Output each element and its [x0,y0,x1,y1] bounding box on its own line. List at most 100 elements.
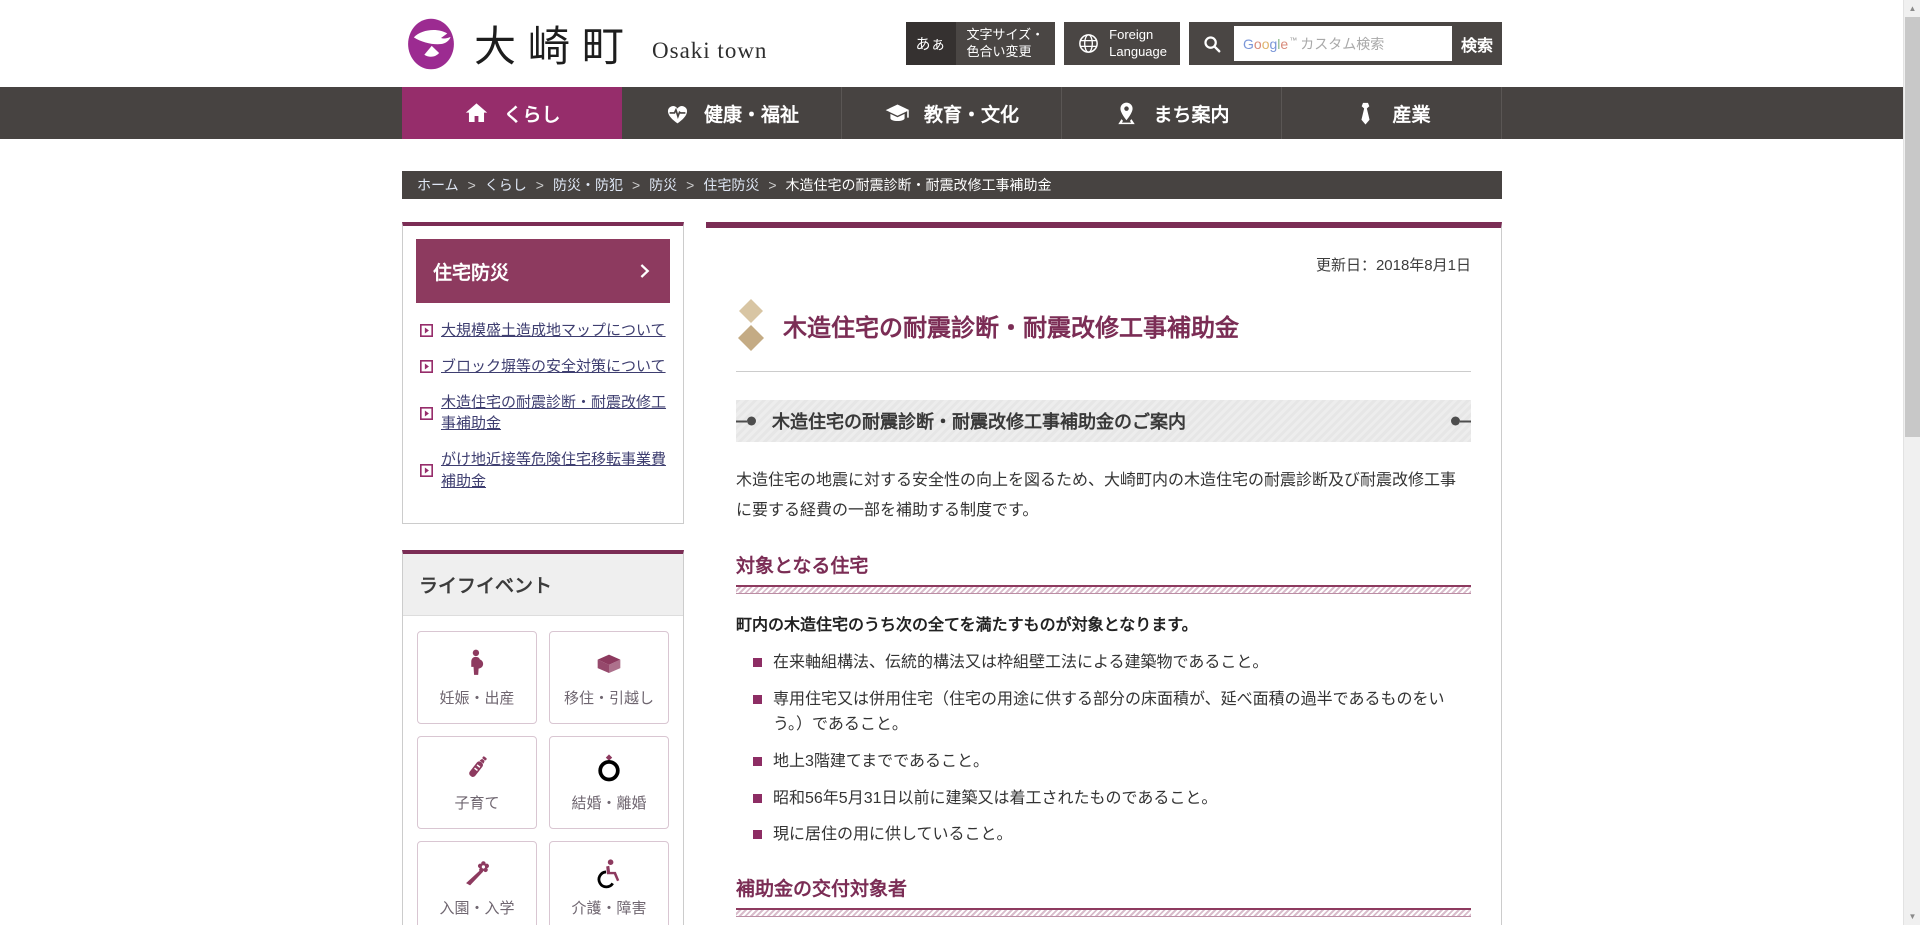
life-event-label: 移住・引越し [564,687,654,708]
sidebar-link-label: 大規模盛土造成地マップについて [441,320,666,342]
sidebar-category-box: 住宅防災 大規模盛土造成地マップについてブロック塀等の安全対策について木造住宅の… [402,222,684,524]
site-logo[interactable]: 大崎町 Osaki town [402,13,767,75]
breadcrumb-separator: > [686,177,694,193]
breadcrumb: ホーム>くらし>防災・防犯>防災>住宅防災>木造住宅の耐震診断・耐震改修工事補助… [402,171,1502,199]
search-placeholder-brand: Google [1243,36,1288,52]
bullet-square-icon [753,757,762,766]
sidebar-link[interactable]: 大規模盛土造成地マップについて [420,320,666,342]
industry-icon [1352,100,1379,127]
pregnancy-icon [461,647,493,679]
header-tools: あぁ 文字サイズ・ 色合い変更 Foreign Language [906,22,1502,65]
scrollbar[interactable]: ▲ ▼ [1903,0,1920,925]
search-input[interactable]: Google™ カスタム検索 [1234,26,1452,61]
bullet-square-icon [753,794,762,803]
nav-item-label: 産業 [1392,100,1430,127]
scrollbar-thumb[interactable] [1905,17,1920,437]
main-content: 更新日：2018年8月1日 木造住宅の耐震診断・耐震改修工事補助金 木造住宅の耐… [706,222,1502,925]
sidebar-link-label: がけ地近接等危険住宅移転事業費補助金 [441,449,666,493]
section-lead: 町内の木造住宅のうち次の全てを満たすものが対象となります。 [736,611,1471,635]
globe-icon [1077,32,1100,55]
ring-icon [593,752,625,784]
bullet-item: 在来軸組構法、伝統的構法又は枠組壁工法による建築物であること。 [753,650,1471,676]
nav-item-industry[interactable]: 産業 [1282,87,1502,139]
sidebar: 住宅防災 大規模盛土造成地マップについてブロック塀等の安全対策について木造住宅の… [402,222,684,925]
site-header: 大崎町 Osaki town あぁ 文字サイズ・ 色合い変更 [0,0,1920,87]
heading-rule [736,908,1471,917]
breadcrumb-current: 木造住宅の耐震診断・耐震改修工事補助金 [786,175,1052,195]
breadcrumb-link[interactable]: 防災 [649,175,677,195]
life-event-label: 結婚・離婚 [571,792,646,813]
section-banner-label: 木造住宅の耐震診断・耐震改修工事補助金のご案内 [772,408,1186,434]
life-event-label: 介護・障害 [571,897,646,918]
scrollbar-down-arrow[interactable]: ▼ [1904,908,1920,925]
language-button-label: Foreign Language [1109,27,1167,61]
breadcrumb-link[interactable]: ホーム [417,175,459,195]
link-arrow-icon [420,464,433,477]
section-heading: 対象となる住宅 [736,551,1471,578]
home-icon [463,100,490,127]
aa-icon: あぁ [906,22,956,65]
updated-date: 更新日：2018年8月1日 [736,254,1471,275]
sidebar-link[interactable]: がけ地近接等危険住宅移転事業費補助金 [420,449,666,493]
link-arrow-icon [420,407,433,420]
global-nav: くらし 健康・福祉 教育・文化 まち案内 産業 [0,87,1920,139]
fontsize-color-button[interactable]: あぁ 文字サイズ・ 色合い変更 [906,22,1056,65]
life-event-bouquet[interactable]: 入園・入学 [417,841,537,925]
section-banner: 木造住宅の耐震診断・耐震改修工事補助金のご案内 [736,400,1471,442]
nav-item-label: 教育・文化 [924,100,1019,127]
sidebar-link[interactable]: ブロック塀等の安全対策について [420,356,666,378]
chevron-right-icon [635,262,653,280]
bullet-square-icon [753,830,762,839]
life-event-wheelchair[interactable]: 介護・障害 [549,841,669,925]
bullet-square-icon [753,658,762,667]
life-event-label: 妊娠・出産 [439,687,514,708]
section-heading: 補助金の交付対象者 [736,874,1471,901]
life-event-moving-box[interactable]: 移住・引越し [549,631,669,724]
search-icon[interactable] [1189,22,1234,65]
wheelchair-icon [593,857,625,889]
nav-item-health[interactable]: 健康・福祉 [622,87,842,139]
life-event-pregnancy[interactable]: 妊娠・出産 [417,631,537,724]
search-placeholder: カスタム検索 [1300,34,1384,54]
town-name: 大崎町 [474,13,636,74]
bullet-item: 地上3階建てまでであること。 [753,749,1471,775]
sidebar-link[interactable]: 木造住宅の耐震診断・耐震改修工事補助金 [420,392,666,436]
bullet-square-icon [753,695,762,704]
nav-item-label: 健康・福祉 [704,100,799,127]
site-search: Google™ カスタム検索 検索 [1189,22,1502,65]
life-event-label: 子育て [454,792,499,813]
education-icon [884,100,911,127]
life-events-box: ライフイベント 妊娠・出産移住・引越し子育て結婚・離婚入園・入学介護・障害就職・… [402,550,684,925]
bullet-item: 専用住宅又は併用住宅（住宅の用途に供する部分の床面積が、延べ面積の過半であるもの… [753,687,1471,738]
nav-item-education[interactable]: 教育・文化 [842,87,1062,139]
bullet-item: 昭和56年5月31日以前に建築又は着工されたものであること。 [753,786,1471,812]
life-event-baby-bottle[interactable]: 子育て [417,736,537,829]
breadcrumb-link[interactable]: 防災・防犯 [553,175,623,195]
intro-paragraph: 木造住宅の地震に対する安全性の向上を図るため、大崎町内の木造住宅の耐震診断及び耐… [736,466,1471,525]
diamond-decoration-icon [736,299,766,351]
bullet-item: 現に居住の用に供していること。 [753,822,1471,848]
nav-item-label: まち案内 [1153,100,1229,127]
sidebar-link-label: 木造住宅の耐震診断・耐震改修工事補助金 [441,392,666,436]
life-event-label: 入園・入学 [439,897,514,918]
breadcrumb-link[interactable]: 住宅防災 [703,175,759,195]
breadcrumb-separator: > [632,177,640,193]
nav-item-map-pin[interactable]: まち案内 [1062,87,1282,139]
nav-item-home[interactable]: くらし [402,87,622,139]
content-section: 補助金の交付対象者次に掲げる全ての条件を満たす者が対象となります。耐震診断又は耐… [736,874,1471,925]
nav-item-label: くらし [503,100,560,127]
breadcrumb-link[interactable]: くらし [485,175,527,195]
life-events-title: ライフイベント [403,554,683,616]
health-icon [664,100,691,127]
map-pin-icon [1113,100,1140,127]
search-button[interactable]: 検索 [1452,22,1502,65]
foreign-language-button[interactable]: Foreign Language [1064,22,1180,65]
breadcrumb-separator: > [536,177,544,193]
link-arrow-icon [420,360,433,373]
content-section: 対象となる住宅町内の木造住宅のうち次の全てを満たすものが対象となります。在来軸組… [736,551,1471,848]
town-emblem-icon [402,13,460,75]
sidebar-category-header[interactable]: 住宅防災 [416,239,670,303]
page-title: 木造住宅の耐震診断・耐震改修工事補助金 [783,308,1239,343]
scrollbar-up-arrow[interactable]: ▲ [1904,0,1920,17]
life-event-ring[interactable]: 結婚・離婚 [549,736,669,829]
